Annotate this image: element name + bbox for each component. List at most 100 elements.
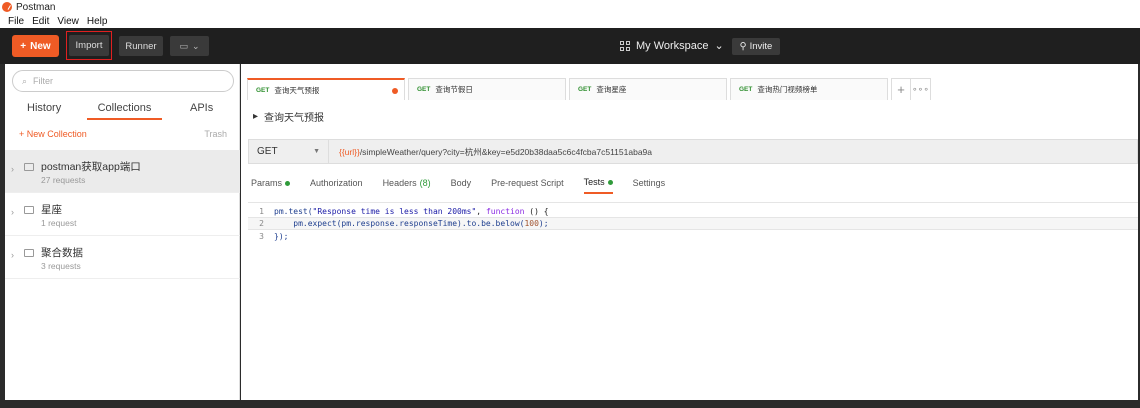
trash-link[interactable]: Trash xyxy=(204,129,227,139)
collection-name: 聚合数据 xyxy=(41,247,83,259)
code-token: ); xyxy=(538,219,549,228)
title-bar: Postman xyxy=(0,0,1140,14)
code-token: }); xyxy=(274,232,289,241)
chevron-right-icon[interactable]: › xyxy=(11,164,14,174)
new-collection-button[interactable]: + New Collection xyxy=(19,129,87,139)
window-title: Postman xyxy=(16,1,56,13)
sidebar-tabs: History Collections APIs xyxy=(5,100,240,122)
workspace-label: My Workspace xyxy=(636,39,709,52)
postman-logo-icon xyxy=(2,2,12,12)
chevron-right-icon[interactable]: › xyxy=(11,250,14,260)
code-line: 2 pm.expect(pm.response.responseTime).to… xyxy=(248,217,1138,230)
chevron-down-icon: ⌄ xyxy=(191,40,200,51)
request-tab[interactable]: GET 查询星座 xyxy=(569,78,727,100)
url-path: /simpleWeather/query?city=杭州&key=e5d20b3… xyxy=(359,146,653,157)
request-tab-bar: GET 查询天气预报 GET 查询节假日 GET 查询星座 GET 查询热门视频… xyxy=(247,78,931,100)
workspace-selector[interactable]: My Workspace ⌄ xyxy=(620,39,724,52)
code-line: 3 }); xyxy=(248,230,1138,243)
menu-view[interactable]: View xyxy=(57,16,79,27)
menu-file[interactable]: File xyxy=(8,16,24,27)
code-keyword: function xyxy=(485,207,525,216)
collection-item[interactable]: › postman获取app端口 27 requests xyxy=(5,150,240,193)
code-string: "Response time is less than 200ms" xyxy=(312,207,477,216)
tests-code-editor[interactable]: 1 pm.test("Response time is less than 20… xyxy=(248,202,1138,400)
sidebar: ⌕ Filter History Collections APIs + New … xyxy=(5,64,240,400)
main-panel: GET 查询天气预报 GET 查询节假日 GET 查询星座 GET 查询热门视频… xyxy=(241,64,1138,400)
new-button[interactable]: + New xyxy=(12,35,59,57)
tab-headers-label: Headers xyxy=(382,178,417,188)
tab-tests-label: Tests xyxy=(583,177,605,187)
request-tab[interactable]: GET 查询天气预报 xyxy=(247,78,405,100)
tab-params-label: Params xyxy=(251,178,283,188)
collection-count: 27 requests xyxy=(41,175,86,185)
tab-method: GET xyxy=(417,86,431,93)
tab-settings[interactable]: Settings xyxy=(633,177,666,194)
line-number: 2 xyxy=(259,219,264,228)
tab-headers[interactable]: Headers (8) xyxy=(383,177,431,194)
tab-method: GET xyxy=(578,86,592,93)
url-variable: {{url}} xyxy=(339,146,360,157)
request-title[interactable]: ▸ 查询天气预报 xyxy=(253,109,324,124)
plus-icon: + xyxy=(20,40,27,52)
workspace-grid-icon xyxy=(620,40,630,51)
collection-item[interactable]: › 聚合数据 3 requests xyxy=(5,236,240,279)
layout-dropdown-button[interactable]: ▭ ⌄ xyxy=(170,36,209,56)
code-token: , xyxy=(476,207,486,216)
collection-count: 1 request xyxy=(41,218,77,228)
invite-button[interactable]: ⚲ Invite xyxy=(732,38,780,55)
unsaved-dot-icon xyxy=(392,88,398,94)
tab-label: 查询节假日 xyxy=(435,85,473,94)
folder-icon xyxy=(24,249,34,257)
add-tab-button[interactable]: + xyxy=(891,78,911,100)
tab-apis[interactable]: APIs xyxy=(190,102,213,114)
menu-bar: File Edit View Help xyxy=(0,14,1140,28)
import-button[interactable]: Import xyxy=(68,35,110,56)
tab-params[interactable]: Params xyxy=(251,177,291,194)
url-input[interactable]: {{url}}/simpleWeather/query?city=杭州&key=… xyxy=(329,146,652,158)
tab-history[interactable]: History xyxy=(27,102,61,114)
url-bar: GET ▼ {{url}}/simpleWeather/query?city=杭… xyxy=(248,139,1138,164)
method-select[interactable]: GET ▼ xyxy=(249,140,329,163)
caret-down-icon: ▼ xyxy=(313,148,320,155)
runner-button[interactable]: Runner xyxy=(119,36,163,56)
new-window-icon: ▭ xyxy=(179,40,188,51)
invite-label: Invite xyxy=(749,41,773,52)
collection-name: postman获取app端口 xyxy=(41,161,141,173)
collection-count: 3 requests xyxy=(41,261,81,271)
tab-options-button[interactable]: ∘∘∘ xyxy=(911,78,931,100)
menu-help[interactable]: Help xyxy=(87,16,108,27)
tab-method: GET xyxy=(256,86,270,94)
method-value: GET xyxy=(257,146,278,157)
tab-body[interactable]: Body xyxy=(451,177,472,194)
more-icon: ∘∘∘ xyxy=(912,84,929,94)
tab-tests[interactable]: Tests xyxy=(583,177,613,194)
search-icon: ⌕ xyxy=(22,75,28,86)
chevron-down-icon: ⌄ xyxy=(714,40,724,52)
status-dot-icon xyxy=(607,179,613,185)
add-user-icon: ⚲ xyxy=(739,41,747,52)
chevron-right-icon[interactable]: › xyxy=(11,207,14,217)
request-tab[interactable]: GET 查询热门视频榜单 xyxy=(730,78,888,100)
code-number: 100 xyxy=(524,219,539,228)
line-number: 3 xyxy=(259,232,264,241)
line-number: 1 xyxy=(259,207,264,216)
search-placeholder: Filter xyxy=(33,76,54,86)
new-button-label: New xyxy=(30,40,51,52)
code-token: pm.test( xyxy=(274,207,313,216)
headers-count-badge: (8) xyxy=(419,178,431,188)
tab-label: 查询热门视频榜单 xyxy=(757,85,818,94)
status-dot-icon xyxy=(285,180,291,186)
folder-icon xyxy=(24,163,34,171)
menu-edit[interactable]: Edit xyxy=(32,16,49,27)
tab-prerequest-script[interactable]: Pre-request Script xyxy=(491,177,564,194)
collection-item[interactable]: › 星座 1 request xyxy=(5,193,240,236)
tab-collections[interactable]: Collections xyxy=(87,102,162,120)
code-token: pm.expect(pm.response.responseTime).to.b… xyxy=(274,219,525,228)
request-tab[interactable]: GET 查询节假日 xyxy=(408,78,566,100)
caret-right-icon: ▸ xyxy=(253,111,259,122)
tab-authorization[interactable]: Authorization xyxy=(310,177,363,194)
search-input[interactable]: ⌕ Filter xyxy=(12,70,234,92)
collection-name: 星座 xyxy=(41,204,62,216)
tab-method: GET xyxy=(739,86,753,93)
request-title-text: 查询天气预报 xyxy=(264,113,325,124)
